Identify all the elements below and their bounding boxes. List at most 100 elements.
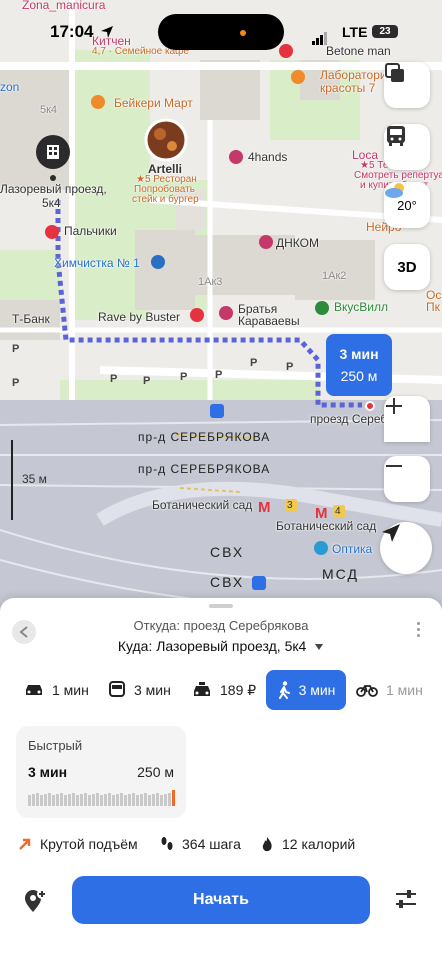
elevation-bar xyxy=(96,793,99,806)
cloudy-sun-icon xyxy=(385,183,404,198)
elevation-bar xyxy=(164,794,167,806)
map-label-bakery: Бейкери Март xyxy=(114,96,193,110)
metro-label-botsad-2: Ботанический сад xyxy=(276,519,377,533)
mode-bus[interactable]: 3 мин xyxy=(108,670,178,710)
start-button[interactable]: Начать xyxy=(72,876,370,924)
map-label-bratya-2: Караваевы xyxy=(238,314,300,328)
stat-calories: 12 калорий xyxy=(260,836,355,852)
layers-button[interactable] xyxy=(384,62,430,108)
elevation-bar xyxy=(116,794,119,806)
route-time-badge[interactable]: 3 мин 250 м xyxy=(326,334,392,396)
3d-toggle-button[interactable]: 3D xyxy=(384,244,430,290)
elevation-bar xyxy=(128,794,131,806)
route-to[interactable]: Куда: Лазоревый проезд, 5к4 xyxy=(0,638,442,654)
map-label-tbank: Т-Банк xyxy=(12,312,50,326)
more-options-button[interactable] xyxy=(417,622,420,640)
elevation-bar xyxy=(136,795,139,806)
elevation-bar xyxy=(64,795,67,806)
map-view[interactable]: PPP PPP PP M M Zona_manicura Китчен 4,7 … xyxy=(0,0,442,640)
transport-button[interactable] xyxy=(384,124,430,170)
elevation-bar xyxy=(104,794,107,806)
elevation-bar xyxy=(56,794,59,806)
elevation-bar xyxy=(72,793,75,806)
signal-icon xyxy=(312,27,328,45)
walk-icon xyxy=(278,681,290,699)
map-label-rave: Rave by Buster xyxy=(98,310,181,324)
steep-climb-icon xyxy=(19,838,31,850)
svg-text:P: P xyxy=(12,343,19,355)
mode-car[interactable]: 1 мин xyxy=(24,670,94,710)
elevation-bar xyxy=(40,795,43,806)
navigation-arrow-icon xyxy=(382,524,400,542)
plus-icon xyxy=(386,398,402,414)
taxi-icon xyxy=(194,682,210,696)
map-label-lab: Лаборатория xyxy=(320,68,394,82)
map-label-1ak2: 1Ак2 xyxy=(322,270,347,282)
map-label-artelli-sub3: стейк и бургер xyxy=(132,194,199,205)
route-settings-button[interactable] xyxy=(394,888,418,915)
road-label-svh-2: СВХ xyxy=(210,574,245,590)
mode-taxi[interactable]: 189 ₽ xyxy=(192,670,262,710)
map-label-dnkom: ДНКОМ xyxy=(276,236,319,250)
svg-text:M: M xyxy=(258,499,271,516)
elevation-bar xyxy=(120,793,123,806)
status-time: 17:04 xyxy=(50,22,94,41)
stat-climb-label: Крутой подъём xyxy=(40,836,138,852)
route-badge-time: 3 мин xyxy=(339,346,379,362)
stat-calories-label: 12 калорий xyxy=(282,836,356,852)
map-label-proezd: проезд Сереб xyxy=(310,412,388,426)
mode-walk-label: 3 мин xyxy=(298,682,336,698)
elevation-bar xyxy=(112,795,115,806)
zoom-out-button[interactable] xyxy=(384,456,430,502)
map-label-destination: Лазоревый проезд, xyxy=(0,182,107,196)
network-type: LTE xyxy=(342,24,368,40)
road-label-msd: МСД xyxy=(322,566,359,582)
elevation-bar xyxy=(132,793,135,806)
elevation-bar xyxy=(68,794,71,806)
stat-steps: 364 шага xyxy=(160,836,241,852)
elevation-bar xyxy=(80,794,83,806)
svg-text:P: P xyxy=(12,377,19,389)
svg-text:P: P xyxy=(215,369,222,381)
elevation-bar xyxy=(148,795,151,806)
elevation-bar xyxy=(76,795,79,806)
location-arrow-icon xyxy=(101,26,113,38)
svg-text:P: P xyxy=(250,357,257,369)
metro-line-4: 4 xyxy=(335,506,341,517)
elevation-bar xyxy=(144,793,147,806)
elevation-bar xyxy=(48,793,51,806)
map-label-building-5k4: 5к4 xyxy=(40,104,58,116)
bus-icon xyxy=(109,681,125,697)
mode-bike[interactable]: 1 мин xyxy=(356,670,442,710)
car-icon xyxy=(26,685,42,695)
elevation-bar xyxy=(160,795,163,806)
elevation-profile xyxy=(28,790,176,806)
stat-climb: Крутой подъём xyxy=(18,836,138,852)
elevation-bar xyxy=(36,793,39,806)
battery-indicator: 23 xyxy=(372,25,398,38)
map-label-1ak3: 1Ак3 xyxy=(198,276,223,288)
mode-walk[interactable]: 3 мин xyxy=(266,670,346,710)
minus-icon xyxy=(386,465,402,467)
elevation-bar xyxy=(108,793,111,806)
route-badge-distance: 250 м xyxy=(340,368,378,384)
add-waypoint-button[interactable] xyxy=(22,888,48,919)
sheet-handle[interactable] xyxy=(209,604,233,608)
elevation-bar xyxy=(44,794,47,806)
zoom-in-button[interactable] xyxy=(384,396,430,442)
weather-button[interactable]: 20° xyxy=(384,182,430,228)
route-option-distance: 250 м xyxy=(137,764,174,780)
map-label-palchiki: Пальчики xyxy=(64,224,117,238)
my-location-button[interactable] xyxy=(380,522,432,574)
scale-label: 35 м xyxy=(22,472,47,486)
elevation-bar xyxy=(92,794,95,806)
layers-icon xyxy=(385,63,404,82)
elevation-bar xyxy=(32,794,35,806)
route-from[interactable]: Откуда: проезд Серебрякова xyxy=(0,618,442,633)
elevation-bar xyxy=(60,793,63,806)
route-option-card[interactable]: Быстрый 3 мин 250 м xyxy=(16,726,186,818)
road-label-svh-1: СВХ xyxy=(210,544,245,560)
route-bottom-sheet[interactable]: Откуда: проезд Серебрякова Куда: Лазорев… xyxy=(0,598,442,960)
mode-car-label: 1 мин xyxy=(52,682,89,698)
elevation-bar xyxy=(84,793,87,806)
